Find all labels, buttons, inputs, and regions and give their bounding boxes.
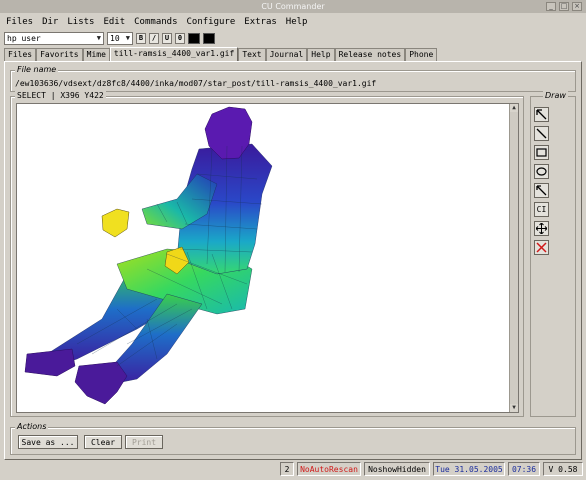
background-color-swatch[interactable]	[203, 32, 215, 44]
red-x-icon	[536, 242, 547, 253]
move-icon	[536, 223, 547, 234]
move-tool[interactable]	[534, 221, 549, 236]
vertical-scrollbar[interactable]: ▲ ▼	[509, 104, 518, 412]
file-path-display: /ew103636/vdsext/dz8fc8/4400/inka/mod07/…	[15, 79, 377, 88]
minimize-icon[interactable]: _	[546, 2, 556, 11]
rectangle-icon	[536, 148, 547, 157]
status-date: Tue 31.05.2005	[433, 462, 505, 476]
bold-button[interactable]: B	[136, 32, 146, 44]
actions-group-title: Actions	[15, 422, 49, 431]
menu-lists[interactable]: Lists	[66, 17, 95, 27]
tab-bar: Files Favorits Mime till-ramsis_4400_var…	[4, 47, 438, 61]
status-time: 07:36	[508, 462, 540, 476]
window-controls: _ □ ×	[546, 2, 582, 11]
save-as-button[interactable]: Save as ...	[18, 435, 78, 449]
arrow-nw-icon	[536, 109, 547, 120]
image-canvas[interactable]: ▲ ▼	[16, 103, 519, 413]
arrow-tool[interactable]	[534, 107, 549, 122]
close-icon[interactable]: ×	[572, 2, 582, 11]
print-button[interactable]: Print	[125, 435, 163, 449]
ellipse-tool[interactable]	[534, 164, 549, 179]
tab-journal[interactable]: Journal	[265, 48, 308, 61]
underline-button[interactable]: U	[162, 32, 172, 44]
font-select[interactable]: hp user ▼	[4, 31, 104, 45]
foreground-color-swatch[interactable]	[188, 32, 200, 44]
delete-tool[interactable]	[534, 240, 549, 255]
menu-extras[interactable]: Extras	[243, 17, 278, 27]
text-tool[interactable]: CI	[534, 202, 549, 217]
tab-release-notes[interactable]: Release notes	[334, 48, 406, 61]
menu-dir[interactable]: Dir	[41, 17, 59, 27]
maximize-icon[interactable]: □	[559, 2, 569, 11]
line-icon	[536, 128, 547, 139]
window-title: CU Commander	[261, 2, 325, 11]
menu-configure[interactable]: Configure	[186, 17, 237, 27]
figure-mesh-image	[24, 106, 273, 405]
menu-edit[interactable]: Edit	[102, 17, 126, 27]
file-name-group: File name /ew103636/vdsext/dz8fc8/4400/i…	[10, 65, 576, 92]
line-tool[interactable]	[534, 126, 549, 141]
size-select[interactable]: 10 ▼	[107, 31, 133, 45]
scroll-up-icon[interactable]: ▲	[510, 104, 518, 112]
status-autorescan[interactable]: NoAutoRescan	[297, 462, 361, 476]
font-select-value: hp user	[7, 33, 41, 43]
clear-button[interactable]: Clear	[84, 435, 122, 449]
format-toolbar: hp user ▼ 10 ▼ B / U 0	[4, 31, 215, 45]
menubar: Files Dir Lists Edit Commands Configure …	[0, 14, 586, 30]
window-titlebar[interactable]: CU Commander _ □ ×	[0, 0, 586, 13]
outline-button[interactable]: 0	[175, 32, 185, 44]
pointer-line-tool[interactable]	[534, 183, 549, 198]
tab-image-file[interactable]: till-ramsis_4400_var1.gif	[109, 47, 239, 61]
menu-help[interactable]: Help	[285, 17, 309, 27]
file-name-group-title: File name	[15, 65, 59, 74]
ellipse-icon	[536, 167, 547, 176]
tab-text[interactable]: Text	[238, 48, 266, 61]
text-cursor-bar-icon: I	[541, 205, 547, 214]
tab-favorits[interactable]: Favorits	[36, 48, 83, 61]
tab-mime[interactable]: Mime	[82, 48, 110, 61]
tab-phone[interactable]: Phone	[405, 48, 438, 61]
scroll-down-icon[interactable]: ▼	[510, 404, 518, 412]
draw-group-title: Draw	[543, 91, 568, 100]
draw-tools-group: Draw CI	[530, 91, 576, 417]
rectangle-tool[interactable]	[534, 145, 549, 160]
arrow-line-icon	[536, 185, 547, 196]
status-bar: 2 NoAutoRescan NoshowHidden Tue 31.05.20…	[0, 462, 586, 476]
tab-help[interactable]: Help	[307, 48, 335, 61]
chevron-down-icon: ▼	[125, 34, 130, 42]
italic-button[interactable]: /	[149, 32, 159, 44]
size-select-value: 10	[110, 33, 120, 43]
status-showhidden[interactable]: NoshowHidden	[364, 462, 430, 476]
menu-files[interactable]: Files	[5, 17, 34, 27]
menu-commands[interactable]: Commands	[133, 17, 178, 27]
canvas-group-title: SELECT | X396 Y422	[15, 91, 106, 100]
tab-files[interactable]: Files	[4, 48, 37, 61]
chevron-down-icon: ▼	[96, 34, 101, 42]
status-count: 2	[280, 462, 294, 476]
status-version: V 0.58	[543, 462, 583, 476]
